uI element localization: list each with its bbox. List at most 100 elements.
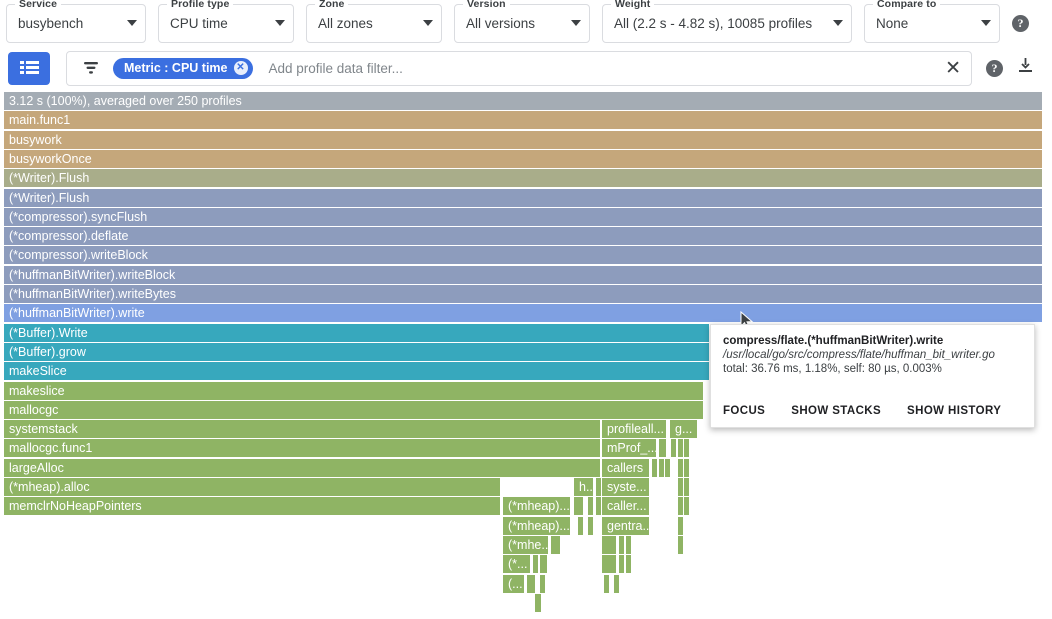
flame-frame[interactable] bbox=[578, 517, 584, 536]
flame-frame[interactable] bbox=[604, 575, 610, 594]
chevron-down-icon[interactable] bbox=[423, 20, 433, 26]
filter-toolbar: Servicebusybench Profile typeCPU time Zone… bbox=[0, 0, 1052, 46]
show-stacks-button[interactable]: SHOW STACKS bbox=[791, 405, 881, 417]
select-version-value: All versions bbox=[466, 16, 549, 31]
flame-frame[interactable] bbox=[684, 497, 690, 516]
flame-frame[interactable]: busywork bbox=[4, 131, 1043, 150]
flame-frame[interactable]: g... bbox=[670, 420, 698, 439]
download-button[interactable] bbox=[1017, 57, 1034, 79]
flame-frame[interactable] bbox=[678, 536, 684, 555]
select-version[interactable]: VersionAll versions bbox=[454, 4, 590, 43]
flame-frame[interactable] bbox=[626, 555, 632, 574]
flame-frame[interactable] bbox=[684, 478, 690, 497]
metric-filter-chip-label: Metric : CPU time bbox=[124, 61, 228, 75]
chevron-down-icon[interactable] bbox=[981, 20, 991, 26]
list-view-button[interactable] bbox=[8, 52, 50, 85]
tooltip-function-name: compress/flate.(*huffmanBitWriter).write bbox=[723, 335, 1022, 347]
flame-frame[interactable] bbox=[551, 536, 561, 555]
flame-frame[interactable] bbox=[619, 536, 625, 555]
flame-frame[interactable] bbox=[533, 555, 539, 574]
select-zone-value: All zones bbox=[318, 16, 387, 31]
flame-frame[interactable]: syste... bbox=[602, 478, 650, 497]
focus-button[interactable]: FOCUS bbox=[723, 405, 765, 417]
select-service[interactable]: Servicebusybench bbox=[6, 4, 146, 43]
flame-frame[interactable]: (*mheap).... bbox=[503, 497, 571, 516]
flame-frame[interactable]: 3.12 s (100%), averaged over 250 profile… bbox=[4, 92, 1043, 111]
profile-filter-input[interactable]: Metric : CPU time ✕ Add profile data fil… bbox=[66, 51, 972, 86]
flame-frame[interactable] bbox=[540, 575, 546, 594]
flame-frame[interactable]: (*huffmanBitWriter).write bbox=[4, 304, 1043, 323]
flame-frame[interactable] bbox=[540, 555, 548, 574]
metric-filter-chip[interactable]: Metric : CPU time ✕ bbox=[113, 58, 253, 79]
help-icon[interactable]: ? bbox=[986, 60, 1003, 77]
chevron-down-icon[interactable] bbox=[571, 20, 581, 26]
select-profile-type[interactable]: Profile typeCPU time bbox=[158, 4, 294, 43]
flame-frame[interactable]: (*Writer).Flush bbox=[4, 169, 1043, 188]
flame-frame[interactable] bbox=[602, 536, 617, 555]
flame-frame[interactable]: profileall... bbox=[602, 420, 667, 439]
flame-frame[interactable]: (*compressor).writeBlock bbox=[4, 246, 1043, 265]
flame-frame[interactable]: makeslice bbox=[4, 382, 704, 401]
flame-frame[interactable] bbox=[535, 594, 542, 613]
flame-frame[interactable]: (*Buffer).grow bbox=[4, 343, 710, 362]
flame-frame[interactable] bbox=[671, 439, 677, 458]
help-icon[interactable]: ? bbox=[1012, 15, 1029, 32]
flame-frame[interactable]: (*huffmanBitWriter).writeBytes bbox=[4, 285, 1043, 304]
flame-frame[interactable] bbox=[588, 517, 594, 536]
flame-frame[interactable] bbox=[652, 459, 658, 478]
download-icon bbox=[1017, 57, 1034, 74]
flame-frame[interactable]: (*mheap).alloc bbox=[4, 478, 501, 497]
chevron-down-icon[interactable] bbox=[127, 20, 137, 26]
select-zone[interactable]: ZoneAll zones bbox=[306, 4, 442, 43]
chevron-down-icon[interactable] bbox=[833, 20, 843, 26]
flame-frame[interactable]: (*mhe... bbox=[503, 536, 549, 555]
flame-frame[interactable]: (*compressor).syncFlush bbox=[4, 208, 1043, 227]
flame-frame[interactable] bbox=[574, 497, 584, 516]
frame-detail-tooltip: compress/flate.(*huffmanBitWriter).write… bbox=[710, 324, 1035, 428]
flame-frame[interactable] bbox=[665, 459, 671, 478]
flame-frame[interactable] bbox=[626, 536, 632, 555]
select-compare-to[interactable]: Compare toNone bbox=[864, 4, 1000, 43]
flame-frame[interactable]: busyworkOnce bbox=[4, 150, 1043, 169]
select-weight-value: All (2.2 s - 4.82 s), 10085 profiles bbox=[614, 16, 826, 31]
flame-frame[interactable]: h... bbox=[574, 478, 594, 497]
flame-frame[interactable]: makeSlice bbox=[4, 362, 710, 381]
flame-frame[interactable] bbox=[684, 439, 690, 458]
flame-frame[interactable]: (*Writer).Flush bbox=[4, 189, 1043, 208]
flame-frame[interactable]: largeAlloc bbox=[4, 459, 601, 478]
select-zone-label: Zone bbox=[315, 0, 348, 10]
flame-frame[interactable] bbox=[602, 555, 617, 574]
flame-frame[interactable] bbox=[614, 575, 620, 594]
flame-frame[interactable]: mallocgc.func1 bbox=[4, 439, 601, 458]
clear-filters-button[interactable]: ✕ bbox=[945, 59, 961, 78]
flame-frame[interactable]: (*mheap).... bbox=[503, 517, 571, 536]
flame-frame[interactable]: gentra... bbox=[602, 517, 650, 536]
select-weight[interactable]: WeightAll (2.2 s - 4.82 s), 10085 profil… bbox=[602, 4, 852, 43]
flame-frame[interactable]: (*compressor).deflate bbox=[4, 227, 1043, 246]
flame-frame[interactable]: memclrNoHeapPointers bbox=[4, 497, 501, 516]
close-icon[interactable]: ✕ bbox=[234, 61, 248, 75]
flame-frame[interactable] bbox=[659, 439, 667, 458]
flame-frame[interactable] bbox=[619, 555, 625, 574]
flame-frame[interactable]: (*Buffer).Write bbox=[4, 324, 710, 343]
select-profile-type-value: CPU time bbox=[170, 16, 242, 31]
flame-frame[interactable]: (*... bbox=[503, 555, 531, 574]
filter-funnel-icon[interactable] bbox=[83, 61, 99, 75]
flame-frame[interactable]: mallocgc bbox=[4, 401, 704, 420]
flame-frame[interactable]: (... bbox=[503, 575, 525, 594]
filter-placeholder-text: Add profile data filter... bbox=[269, 61, 403, 76]
flame-frame[interactable]: systemstack bbox=[4, 420, 601, 439]
flame-frame[interactable] bbox=[678, 517, 684, 536]
flame-frame[interactable] bbox=[527, 575, 536, 594]
flame-frame[interactable] bbox=[684, 459, 690, 478]
select-weight-label: Weight bbox=[611, 0, 654, 10]
flame-frame[interactable]: callers bbox=[602, 459, 650, 478]
flame-frame[interactable]: (*huffmanBitWriter).writeBlock bbox=[4, 266, 1043, 285]
chevron-down-icon[interactable] bbox=[275, 20, 285, 26]
tooltip-stats: total: 36.76 ms, 1.18%, self: 80 µs, 0.0… bbox=[723, 363, 1022, 375]
show-history-button[interactable]: SHOW HISTORY bbox=[907, 405, 1001, 417]
flame-frame[interactable]: caller... bbox=[602, 497, 650, 516]
flame-frame[interactable] bbox=[588, 497, 594, 516]
flame-frame[interactable]: main.func1 bbox=[4, 111, 1043, 130]
flame-frame[interactable]: mProf_... bbox=[602, 439, 657, 458]
